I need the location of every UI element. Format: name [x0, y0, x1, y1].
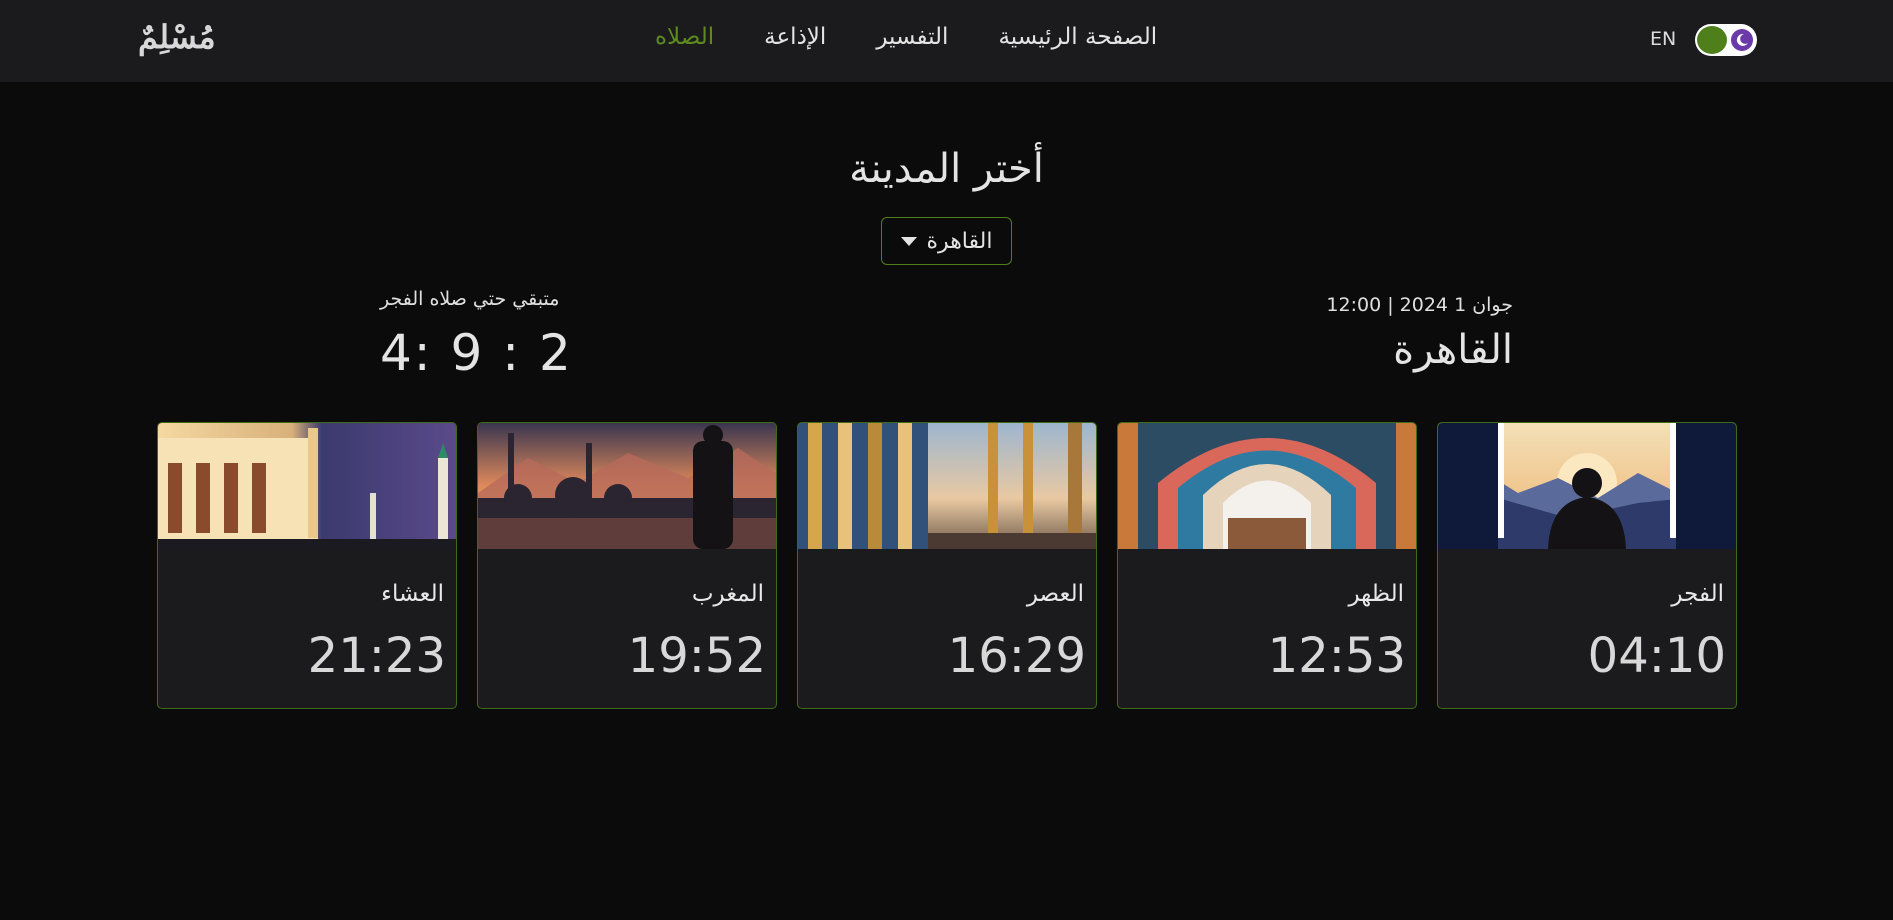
prayer-time: 12:53	[1267, 628, 1406, 684]
city-dropdown-value: القاهرة	[926, 228, 993, 254]
theme-toggle[interactable]	[1695, 24, 1757, 56]
prayer-name: العصر	[1026, 581, 1084, 607]
prayer-cards: العشاء 21:23 المغرب 19:52 العصر 16:29 ال…	[157, 422, 1737, 709]
prayer-card-maghrib: المغرب 19:52	[477, 422, 777, 709]
prayer-time: 16:29	[947, 628, 1086, 684]
city-dropdown[interactable]: القاهرة	[881, 217, 1012, 265]
prayer-name: الفجر	[1671, 581, 1724, 607]
prayer-name: المغرب	[691, 581, 764, 607]
nav-links: الصلاه الإذاعة التفسير الصفحة الرئيسية	[655, 24, 1157, 58]
asr-image	[798, 423, 1096, 549]
language-switch[interactable]: EN	[1650, 28, 1676, 50]
maghrib-image	[478, 423, 776, 549]
city-select-title: أختر المدينة	[849, 146, 1044, 192]
prayer-time: 21:23	[307, 628, 446, 684]
countdown-timer: 4: 9 : 2	[380, 324, 573, 382]
prayer-time: 19:52	[627, 628, 766, 684]
caret-down-icon	[900, 236, 917, 246]
prayer-name: العشاء	[381, 581, 444, 607]
prayer-name: الظهر	[1348, 581, 1404, 607]
dhuhr-image	[1118, 423, 1416, 549]
moon-icon	[1731, 29, 1753, 51]
nav-link-radio[interactable]: الإذاعة	[764, 24, 826, 58]
prayer-card-isha: العشاء 21:23	[157, 422, 457, 709]
nav-link-home[interactable]: الصفحة الرئيسية	[998, 24, 1157, 58]
nav-link-prayer[interactable]: الصلاه	[655, 24, 714, 58]
fajr-image	[1438, 423, 1736, 549]
top-navbar: مُسْلِمٌ الصلاه الإذاعة التفسير الصفحة ا…	[0, 0, 1893, 82]
current-city: القاهرة	[1393, 327, 1513, 373]
prayer-card-fajr: الفجر 04:10	[1437, 422, 1737, 709]
prayer-card-dhuhr: الظهر 12:53	[1117, 422, 1417, 709]
toggle-knob	[1697, 26, 1727, 54]
date-time: جوان 1 2024 | 12:00	[1326, 294, 1513, 316]
prayer-time: 04:10	[1587, 628, 1726, 684]
remaining-label: متبقي حتي صلاه الفجر	[380, 288, 560, 310]
prayer-card-asr: العصر 16:29	[797, 422, 1097, 709]
isha-image	[158, 423, 456, 549]
nav-link-tafsir[interactable]: التفسير	[876, 24, 948, 58]
site-logo[interactable]: مُسْلِمٌ	[138, 18, 216, 56]
